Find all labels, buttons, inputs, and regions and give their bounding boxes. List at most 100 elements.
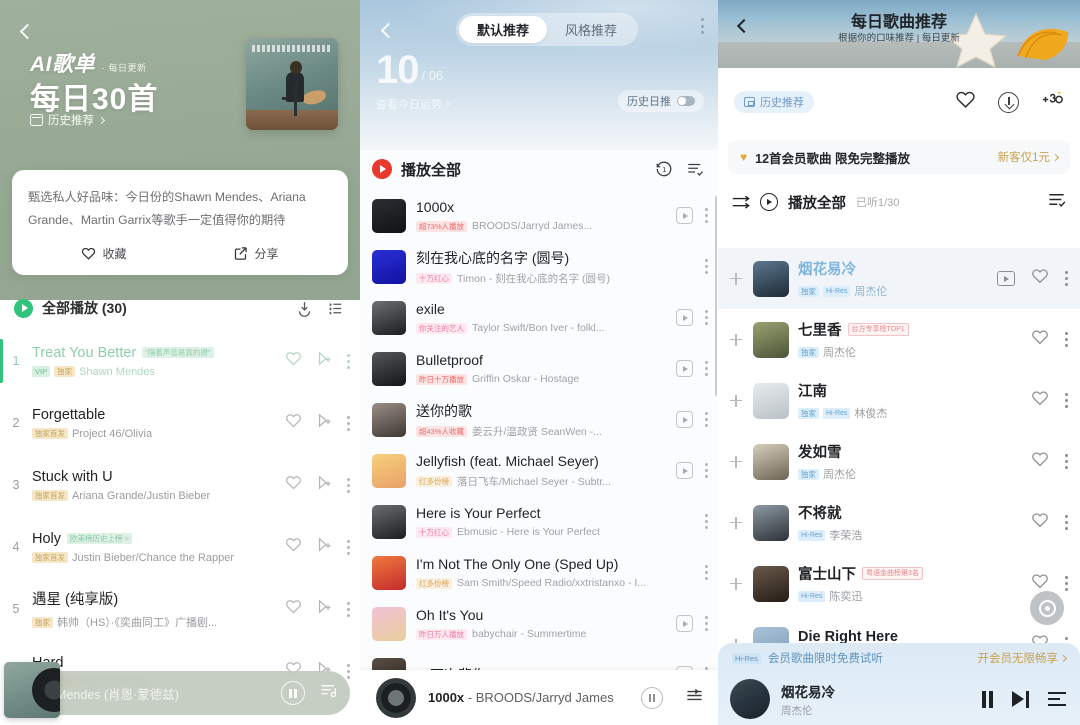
queue-list-icon[interactable] [324, 297, 346, 319]
list-item[interactable]: Jellyfish (feat. Michael Seyer) 红多份榜 落日飞… [360, 445, 718, 496]
scrollbar[interactable] [714, 196, 717, 396]
add-icon[interactable] [728, 271, 744, 287]
history-recommend-link[interactable]: 历史推荐 [30, 112, 106, 128]
table-row[interactable]: 不将就 Hi-Res 李荣浩 [718, 492, 1080, 553]
compass-icon[interactable] [1030, 591, 1064, 625]
chart-badge[interactable]: 欧美榜历史上榜 > [67, 533, 132, 544]
more-vertical-icon[interactable] [347, 663, 350, 679]
back-button[interactable] [14, 18, 40, 44]
play-icon[interactable] [676, 207, 693, 224]
table-row[interactable]: 1 Treat You Better "隔着声音是真的撩" VIP 独家 Sha… [0, 330, 360, 392]
queue-icon[interactable] [1048, 692, 1066, 707]
list-item[interactable]: 送你的歌 超43%人收藏 姜云升/温政贤 SeanWen -... [360, 394, 718, 445]
mini-player[interactable]: 1000x - BROODS/Jarryd James [360, 670, 718, 725]
more-vertical-icon[interactable] [347, 477, 350, 493]
play-icon[interactable] [676, 462, 693, 479]
heart-icon[interactable] [1031, 389, 1049, 412]
table-row[interactable]: 5 遇星 (纯享版) 独家 韩帅（HS）·《奕曲同工》广播剧... [0, 578, 360, 640]
more-vertical-icon[interactable] [705, 208, 708, 223]
table-row[interactable]: 3 Stuck with U 独家首发 Ariana Grande/Justin… [0, 454, 360, 516]
trial-banner[interactable]: Hi-Res 会员歌曲限时免费试听 开会员无限畅享 [718, 643, 1080, 673]
favorite-button[interactable]: 收藏 [28, 231, 180, 275]
more-vertical-icon[interactable] [701, 18, 704, 34]
vip-promo-bar[interactable]: ♥ 12首会员歌曲 限免完整播放 新客仅1元 [728, 140, 1070, 174]
list-item[interactable]: exile 你关注的艺人 Taylor Swift/Bon Iver - fol… [360, 292, 718, 343]
table-row[interactable]: 发如雪 独家 周杰伦 [718, 431, 1080, 492]
list-item[interactable]: I'm Not The Only One (Sped Up) 红多份榜 Sam … [360, 547, 718, 598]
add-icon[interactable] [728, 576, 744, 592]
heart-icon[interactable] [1031, 328, 1049, 351]
next-track-icon[interactable] [1012, 690, 1029, 708]
list-item[interactable]: 刻在我心底的名字 (圆号) 十万红心 Timon - 刻在我心底的名字 (圆号) [360, 241, 718, 292]
queue-check-icon[interactable] [684, 158, 706, 180]
vip-promo-cta[interactable]: 新客仅1元 [998, 149, 1060, 165]
more-vertical-icon[interactable] [347, 415, 350, 431]
heart-icon[interactable] [285, 412, 302, 434]
queue-check-icon[interactable] [1047, 190, 1066, 214]
queue-icon[interactable] [319, 681, 338, 705]
trial-cta[interactable]: 开会员无限畅享 [978, 650, 1068, 666]
history-daily-toggle[interactable]: 历史日推 [618, 90, 704, 112]
play-all-bar[interactable]: 播放全部 1 [360, 148, 718, 190]
table-row[interactable]: 2 Forgettable 独家首发 Project 46/Olivia [0, 392, 360, 454]
more-vertical-icon[interactable] [347, 353, 350, 369]
more-vertical-icon[interactable] [705, 259, 708, 274]
more-vertical-icon[interactable] [347, 539, 350, 555]
more-vertical-icon[interactable] [1065, 576, 1068, 591]
table-row[interactable]: 七里香 台方专享榜TOP1 独家 周杰伦 [718, 309, 1080, 370]
mini-player[interactable]: 烟花易冷 周杰伦 [718, 673, 1080, 725]
more-vertical-icon[interactable] [1065, 515, 1068, 530]
more-vertical-icon[interactable] [705, 616, 708, 631]
more-vertical-icon[interactable] [705, 412, 708, 427]
list-item[interactable]: Oh It's You 昨日万人播放 babychair - Summertim… [360, 598, 718, 649]
tab-default-recommend[interactable]: 默认推荐 [459, 16, 548, 43]
more-vertical-icon[interactable] [705, 514, 708, 529]
heart-icon[interactable] [1031, 267, 1049, 290]
add-icon[interactable] [728, 454, 744, 470]
shuffle-icon[interactable] [732, 195, 750, 209]
share-button[interactable]: 分享 [180, 231, 332, 275]
table-row[interactable]: 富士山下 粤语金曲榜第3名 Hi-Res 陈奕迅 [718, 553, 1080, 614]
play-icon[interactable] [676, 309, 693, 326]
more-vertical-icon[interactable] [1065, 271, 1068, 286]
more-vertical-icon[interactable] [347, 601, 350, 617]
add-icon[interactable] [728, 393, 744, 409]
pause-icon[interactable] [641, 686, 663, 709]
heart-icon[interactable] [955, 89, 976, 115]
more-vertical-icon[interactable] [1065, 393, 1068, 408]
pause-icon[interactable] [281, 681, 305, 705]
add-to-playlist-icon[interactable] [316, 474, 333, 496]
add-to-playlist-icon[interactable] [316, 598, 333, 620]
heart-icon[interactable] [1031, 450, 1049, 473]
heart-icon[interactable] [285, 474, 302, 496]
toggle-switch[interactable] [677, 96, 695, 106]
more-vertical-icon[interactable] [705, 361, 708, 376]
mv-icon[interactable] [997, 271, 1015, 286]
back-button[interactable] [376, 18, 400, 42]
heart-icon[interactable] [285, 536, 302, 558]
table-row[interactable]: 4 Holy 欧美榜历史上榜 > 独家首发 Justin Bieber/Chan… [0, 516, 360, 578]
queue-icon[interactable] [685, 686, 704, 710]
back-button[interactable] [732, 14, 756, 38]
add-icon[interactable] [728, 332, 744, 348]
table-row[interactable]: 烟花易冷 独家 Hi-Res 周杰伦 [718, 248, 1080, 309]
history-clock-icon[interactable]: 1 [653, 158, 675, 180]
add-icon[interactable] [728, 515, 744, 531]
play-icon[interactable] [676, 615, 693, 632]
pause-icon[interactable] [981, 690, 993, 708]
tab-style-recommend[interactable]: 风格推荐 [547, 16, 635, 43]
download-circle-icon[interactable] [998, 91, 1019, 113]
heart-icon[interactable] [285, 350, 302, 372]
play-all-bar[interactable]: 全部播放 (30) [0, 290, 360, 326]
add-to-playlist-icon[interactable] [316, 350, 333, 372]
mini-player[interactable]: Mendes (肖恩·蒙德兹) [4, 662, 350, 718]
more-vertical-icon[interactable] [1065, 332, 1068, 347]
more-vertical-icon[interactable] [705, 565, 708, 580]
heart-icon[interactable] [285, 598, 302, 620]
history-recommend-chip[interactable]: 历史推荐 [734, 91, 814, 113]
more-vertical-icon[interactable] [705, 310, 708, 325]
add-to-playlist-icon[interactable] [316, 536, 333, 558]
download-icon[interactable] [293, 297, 315, 319]
list-item[interactable]: 1000x 超73%人播放 BROODS/Jarryd James... [360, 190, 718, 241]
more-vertical-icon[interactable] [705, 463, 708, 478]
